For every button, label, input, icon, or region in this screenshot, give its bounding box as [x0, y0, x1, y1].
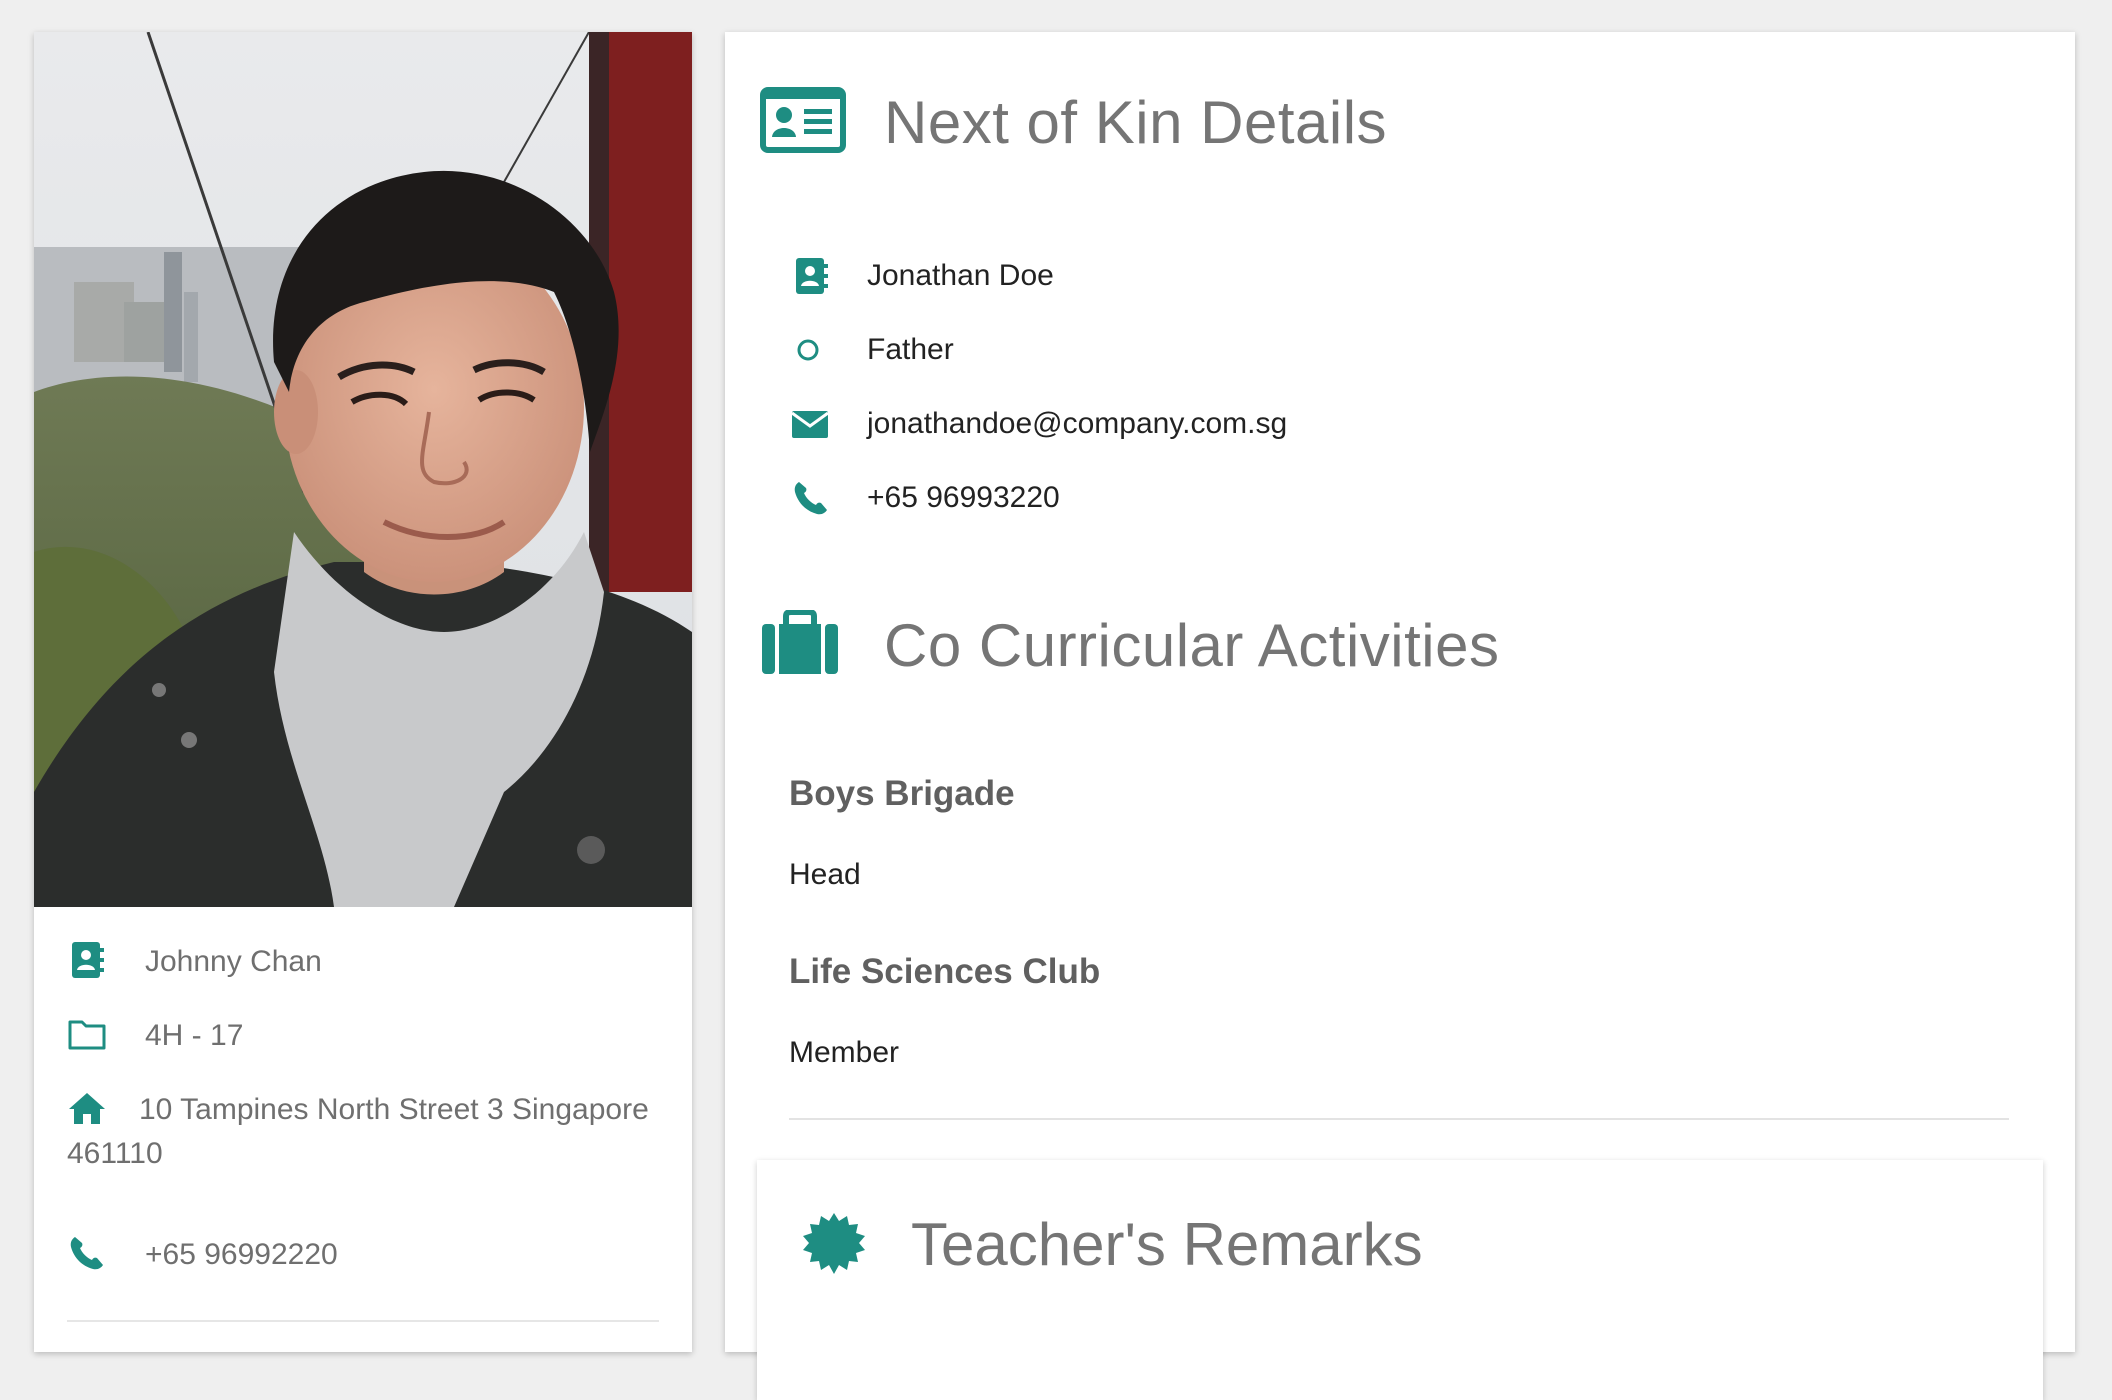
phone-icon: [791, 478, 831, 518]
cca-title: Co Curricular Activities: [884, 611, 1500, 679]
next-of-kin-header: Next of Kin Details: [760, 87, 1387, 157]
cca-name: Life Sciences Club: [789, 952, 1101, 991]
cca-role: Head: [789, 858, 861, 891]
divider: [67, 1320, 659, 1322]
circle-outline-icon: [791, 330, 831, 370]
contact-card-icon: [791, 256, 831, 296]
student-class-row: 4H - 17: [67, 1014, 659, 1058]
divider: [789, 1118, 2009, 1120]
details-card: Next of Kin Details Jonathan Doe Father: [725, 32, 2075, 1400]
student-photo: [34, 32, 692, 907]
kin-email-row: jonathandoe@company.com.sg: [791, 404, 1287, 444]
kin-phone[interactable]: +65 96993220: [867, 481, 1060, 515]
student-name-row: Johnny Chan: [67, 940, 659, 984]
cca-role: Member: [789, 1036, 900, 1069]
student-name: Johnny Chan: [145, 945, 322, 978]
student-address: 10 Tampines North Street 3 Singapore 461…: [67, 1093, 649, 1170]
kin-email[interactable]: jonathandoe@company.com.sg: [867, 407, 1287, 441]
cca-header: Co Curricular Activities: [760, 609, 1500, 680]
envelope-icon: [791, 404, 831, 444]
folder-icon: [67, 1014, 111, 1058]
id-card-icon: [760, 87, 848, 157]
certificate-icon: [801, 1212, 867, 1278]
cca-name: Boys Brigade: [789, 774, 1015, 813]
kin-relationship: Father: [867, 333, 954, 366]
teacher-remarks-card: Teacher's Remarks: [757, 1160, 2043, 1400]
kin-name: Jonathan Doe: [867, 259, 1054, 292]
student-address-row: 10 Tampines North Street 3 Singapore 461…: [67, 1088, 659, 1176]
next-of-kin-title: Next of Kin Details: [884, 88, 1388, 156]
student-class: 4H - 17: [145, 1019, 244, 1052]
briefcase-icon: [760, 609, 848, 680]
kin-relationship-row: Father: [791, 330, 954, 370]
kin-name-row: Jonathan Doe: [791, 256, 1054, 296]
student-profile-card: Johnny Chan 4H - 17 10 Tampines North St…: [34, 32, 692, 1352]
kin-phone-row: +65 96993220: [791, 478, 1060, 518]
student-phone-row: +65 96992220: [67, 1233, 659, 1277]
teacher-remarks-header: Teacher's Remarks: [801, 1210, 1423, 1279]
contact-card-icon: [67, 940, 111, 984]
home-icon: [67, 1088, 111, 1132]
phone-icon: [67, 1233, 111, 1277]
student-phone: +65 96992220: [145, 1238, 338, 1271]
teacher-remarks-title: Teacher's Remarks: [911, 1211, 1423, 1278]
